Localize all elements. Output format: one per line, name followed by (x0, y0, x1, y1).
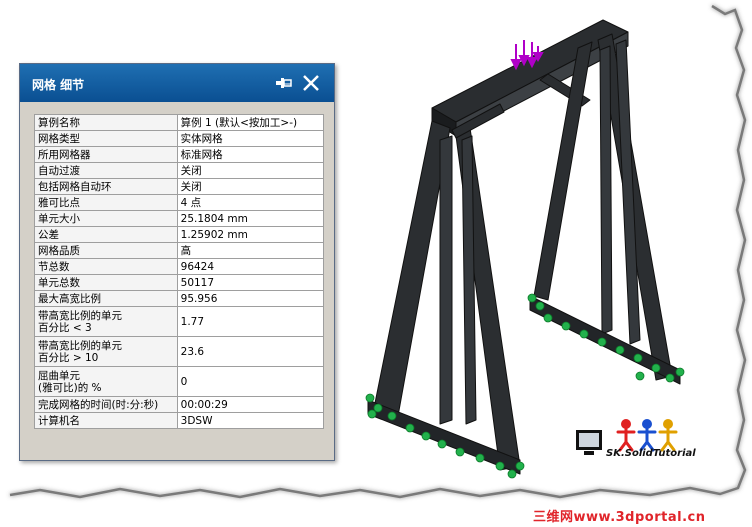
logo-text: SK.SolidTutorial (606, 448, 696, 459)
table-row[interactable]: 算例名称 算例 1 (默认<按加工>-) (34, 114, 325, 131)
dialog-title: 网格 细节 (32, 78, 85, 92)
row-value: 高 (176, 242, 325, 259)
row-value: 95.956 (176, 290, 325, 307)
row-value: 算例 1 (默认<按加工>-) (176, 114, 325, 131)
sk-solidtutorial-logo (576, 419, 678, 455)
table-row[interactable]: 单元大小 25.1804 mm (34, 210, 325, 227)
row-value: 关闭 (176, 162, 325, 179)
row-value: 4 点 (176, 194, 325, 211)
row-label: 所用网格器 (34, 146, 178, 163)
pin-icon[interactable] (274, 74, 294, 92)
row-label: 自动过渡 (34, 162, 178, 179)
table-row[interactable]: 最大高宽比例 95.956 (34, 290, 325, 307)
row-value: 关闭 (176, 178, 325, 195)
row-label: 雅可比点 (34, 194, 178, 211)
row-value: 00:00:29 (176, 396, 325, 413)
table-row[interactable]: 网格品质高 (34, 242, 325, 259)
row-label: 屈曲单元 (雅可比)的 % (34, 366, 178, 397)
row-label: 包括网格自动环 (34, 178, 178, 195)
row-label: 带高宽比例的单元 百分比 > 10 (34, 336, 178, 367)
gantry-frame-model (367, 19, 681, 475)
row-label: 完成网格的时间(时:分:秒) (34, 396, 178, 413)
table-row[interactable]: 带高宽比例的单元 百分比 < 3 1.77 (34, 306, 325, 337)
mesh-details-table: 算例名称 算例 1 (默认<按加工>-) 网格类型 实体网格 所用网格器 标准网格 自动过渡… (34, 114, 325, 429)
dialog-body: 算例名称 算例 1 (默认<按加工>-) 网格类型 实体网格 所用网格器 标准网格 自动过渡… (28, 110, 325, 450)
table-row[interactable]: 节总数 96424 (34, 258, 325, 275)
table-row[interactable]: 网格类型 实体网格 (34, 130, 325, 147)
mesh-details-dialog: 网格 细节 算例名称 算例 1 (默认<按加工>-) 网格类型 实体网格 所用网格器 标准… (19, 63, 335, 461)
row-value: 3DSW (176, 412, 325, 429)
row-label: 单元总数 (34, 274, 178, 291)
row-value: 1.77 (176, 306, 325, 337)
row-value: 50117 (176, 274, 325, 291)
table-row[interactable]: 计算机名 3DSW (34, 412, 325, 429)
table-row[interactable]: 公差 1.25902 mm (34, 226, 325, 243)
row-value: 96424 (176, 258, 325, 275)
row-label: 单元大小 (34, 210, 178, 227)
table-row[interactable]: 带高宽比例的单元 百分比 > 10 23.6 (34, 336, 325, 367)
table-row[interactable]: 屈曲单元 (雅可比)的 % 0 (34, 366, 325, 397)
row-label: 最大高宽比例 (34, 290, 178, 307)
row-value: 实体网格 (176, 130, 325, 147)
table-row[interactable]: 完成网格的时间(时:分:秒) 00:00:29 (34, 396, 325, 413)
row-label: 节总数 (34, 258, 178, 275)
table-row[interactable]: 雅可比点 4 点 (34, 194, 325, 211)
row-label: 公差 (34, 226, 178, 243)
table-row[interactable]: 自动过渡 关闭 (34, 162, 325, 179)
table-row[interactable]: 所用网格器 标准网格 (34, 146, 325, 163)
row-label: 计算机名 (34, 412, 178, 429)
row-value: 23.6 (176, 336, 325, 367)
dialog-titlebar[interactable]: 网格 细节 (20, 64, 334, 102)
row-label: 算例名称 (34, 114, 178, 131)
table-row[interactable]: 包括网格自动环 关闭 (34, 178, 325, 195)
row-value: 0 (176, 366, 325, 397)
row-label: 网格类型 (34, 130, 178, 147)
row-value: 25.1804 mm (176, 210, 325, 227)
row-label: 网格品质 (34, 242, 178, 259)
row-value: 1.25902 mm (176, 226, 325, 243)
close-icon[interactable] (300, 72, 322, 94)
row-label: 带高宽比例的单元 百分比 < 3 (34, 306, 178, 337)
site-watermark: 三维网www.3dportal.cn (533, 510, 706, 525)
table-row[interactable]: 单元总数 50117 (34, 274, 325, 291)
row-value: 标准网格 (176, 146, 325, 163)
